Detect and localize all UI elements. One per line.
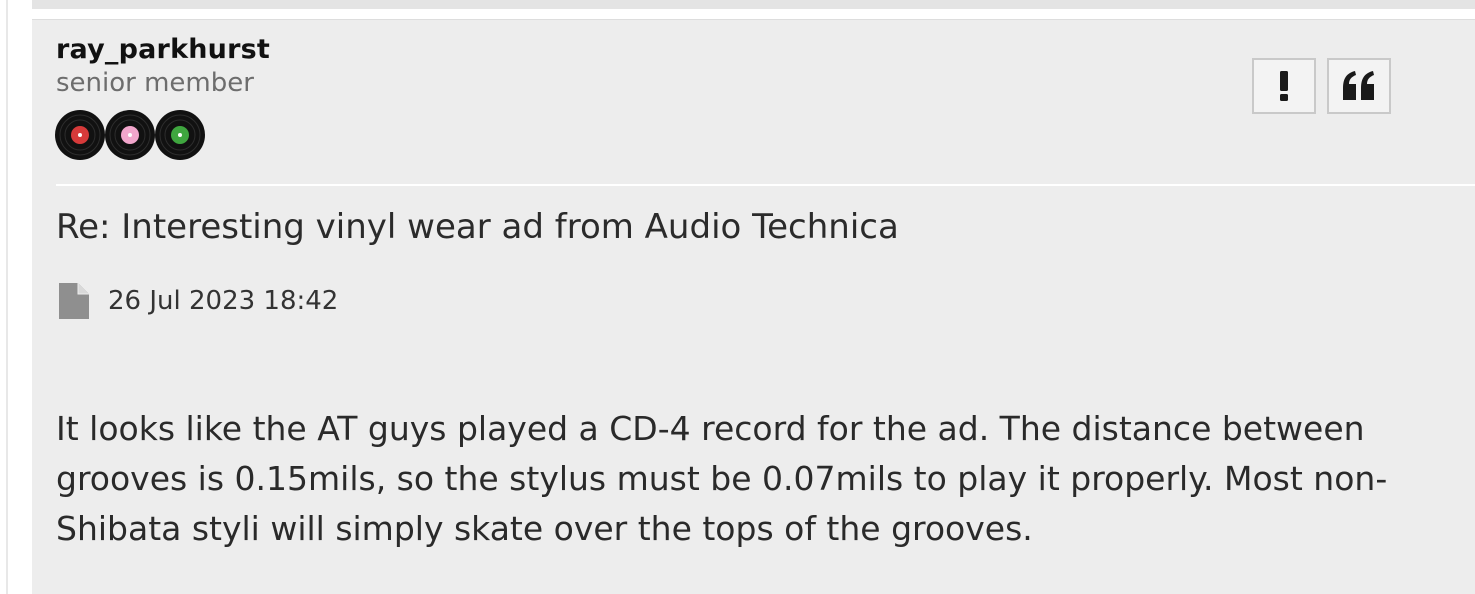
post-date[interactable]: 26 Jul 2023 18:42 bbox=[108, 286, 338, 316]
vinyl-record-icon bbox=[55, 110, 105, 160]
vinyl-record-icon bbox=[155, 110, 205, 160]
exclamation-icon bbox=[1280, 71, 1288, 101]
forum-post: ray_parkhurst senior member Re: Interest… bbox=[32, 19, 1475, 594]
post-meta: 26 Jul 2023 18:42 bbox=[58, 282, 338, 320]
forum-page: ray_parkhurst senior member Re: Interest… bbox=[0, 0, 1475, 594]
previous-post-edge bbox=[32, 0, 1475, 9]
post-body: It looks like the AT guys played a CD-4 … bbox=[56, 409, 1388, 548]
post-subject: Re: Interesting vinyl wear ad from Audio… bbox=[56, 207, 899, 247]
author-name[interactable]: ray_parkhurst bbox=[56, 34, 270, 65]
document-icon bbox=[59, 283, 89, 319]
quote-post-button[interactable] bbox=[1327, 58, 1391, 114]
vinyl-record-icon bbox=[105, 110, 155, 160]
left-border bbox=[6, 0, 8, 594]
report-post-button[interactable] bbox=[1252, 58, 1316, 114]
quote-icon bbox=[1343, 71, 1374, 100]
post-header-divider bbox=[56, 184, 1475, 186]
rank-records-icon bbox=[55, 110, 205, 160]
author-rank: senior member bbox=[56, 68, 254, 98]
